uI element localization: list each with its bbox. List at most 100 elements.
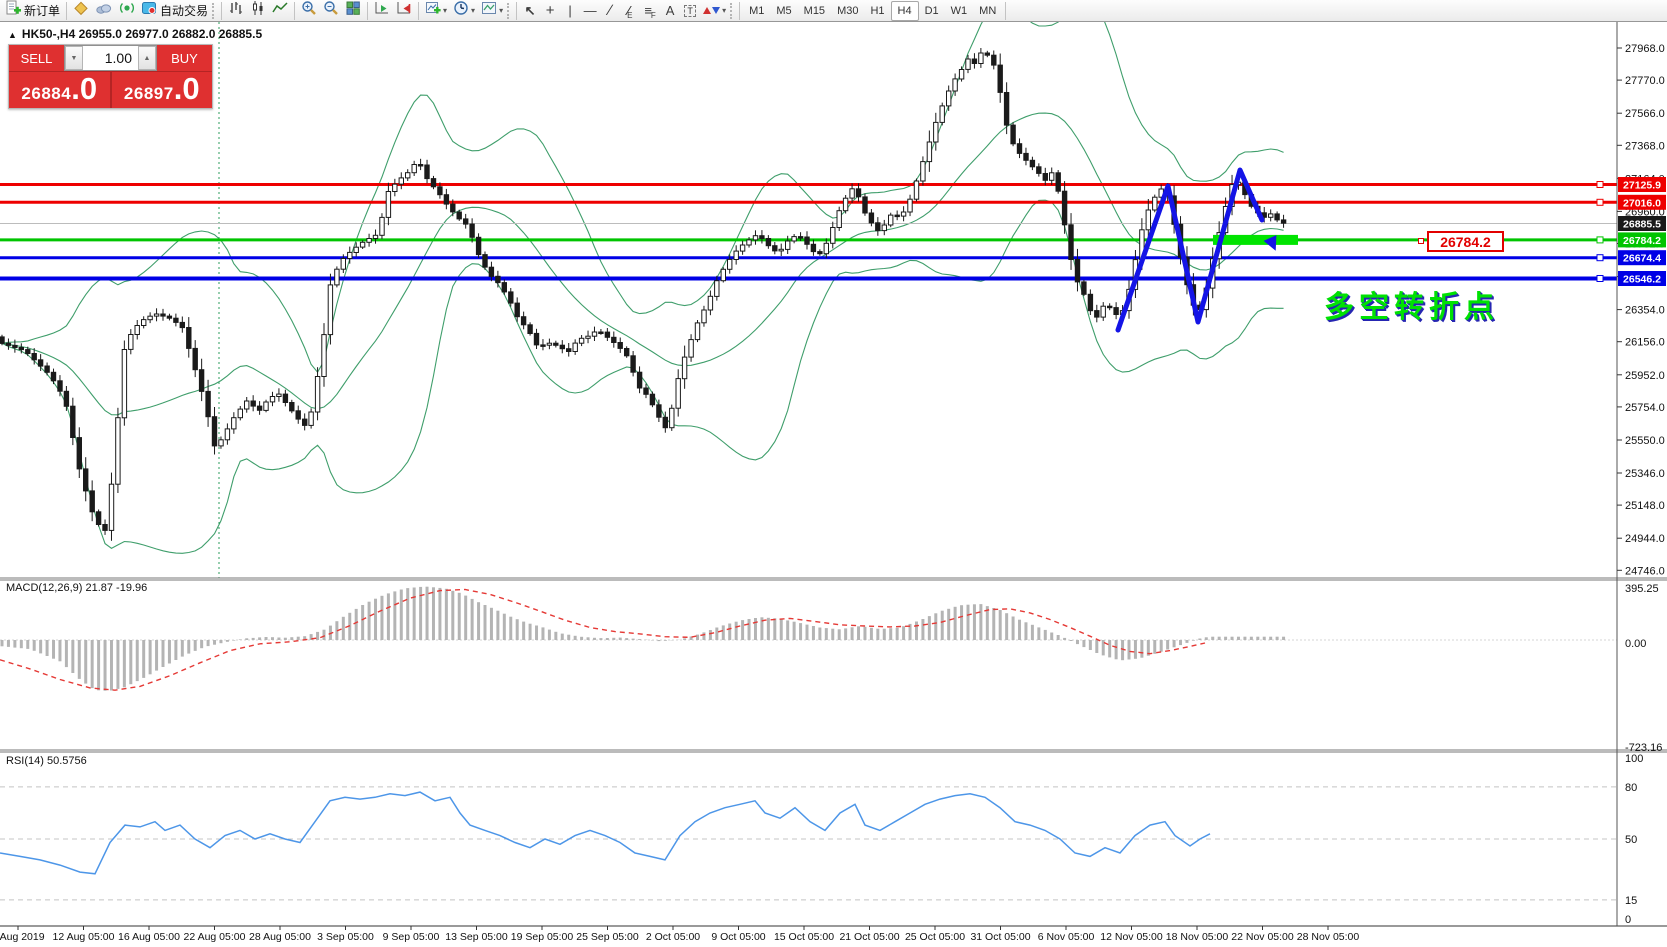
candle-body bbox=[785, 240, 791, 250]
candle-body bbox=[540, 344, 546, 347]
timeframe-m1-button[interactable]: M1 bbox=[743, 1, 770, 21]
text-label-tool-button[interactable]: T bbox=[680, 1, 700, 21]
candle-body bbox=[1023, 152, 1029, 161]
tile-windows-button[interactable] bbox=[342, 1, 364, 21]
candle-body bbox=[920, 161, 926, 182]
arrows-tool-button[interactable]: ▾ bbox=[700, 1, 729, 21]
time-tick-label: 12 Aug 05:00 bbox=[53, 931, 115, 943]
candle-body bbox=[121, 349, 128, 419]
toolbar: 新订单 自动交易 ▾ ▾ ▾ ↖ + | — ∕ ∕∕ E ≡ F A T ▾ … bbox=[0, 0, 1667, 22]
chevron-down-icon: ▾ bbox=[722, 6, 727, 15]
autotrading-button[interactable]: 自动交易 bbox=[138, 1, 211, 21]
bar-chart-icon bbox=[228, 0, 244, 21]
new-order-label: 新订单 bbox=[24, 4, 61, 18]
timeframe-h4-button[interactable]: H4 bbox=[890, 0, 919, 21]
volume-input[interactable]: 1.00 bbox=[83, 46, 138, 70]
candle-body bbox=[971, 58, 978, 64]
collapse-panel-icon[interactable]: ▲ bbox=[8, 30, 17, 40]
candle-body bbox=[211, 416, 218, 447]
new-order-button[interactable]: 新订单 bbox=[2, 0, 63, 21]
volume-increase-button[interactable]: ▲ bbox=[138, 46, 156, 70]
price-axis: 27968.027770.027566.027368.027164.026960… bbox=[1617, 43, 1666, 926]
level-anchor-handle[interactable] bbox=[1596, 275, 1604, 282]
candle-body bbox=[340, 258, 347, 270]
text-tool-button[interactable]: A bbox=[660, 1, 680, 21]
timeframe-m30-button[interactable]: M30 bbox=[831, 1, 864, 21]
line-chart-button[interactable] bbox=[269, 1, 291, 21]
text-icon: A bbox=[665, 2, 675, 18]
candle-body bbox=[1087, 293, 1094, 312]
fibonacci-tool-button[interactable]: ≡ F bbox=[640, 1, 660, 21]
timeframe-m5-button[interactable]: M5 bbox=[770, 1, 797, 21]
candle-body bbox=[153, 313, 160, 317]
support-highlight-bar[interactable] bbox=[1213, 234, 1298, 245]
candle-body bbox=[965, 58, 971, 70]
candle-body bbox=[772, 245, 778, 252]
buy-price[interactable]: 26897.0 bbox=[112, 72, 213, 108]
channel-tool-button[interactable]: ∕∕ E bbox=[620, 1, 640, 21]
timeframe-d1-button[interactable]: D1 bbox=[919, 1, 945, 21]
timeframe-m15-button[interactable]: M15 bbox=[798, 1, 831, 21]
fibonacci-sub-label: F bbox=[650, 10, 656, 20]
candle-body bbox=[366, 238, 372, 243]
timeframe-h1-button[interactable]: H1 bbox=[864, 1, 890, 21]
candle-body bbox=[701, 309, 707, 324]
periods-button[interactable]: ▾ bbox=[450, 1, 478, 21]
cursor-tool-button[interactable]: ↖ bbox=[520, 1, 540, 21]
publish-button[interactable] bbox=[92, 1, 116, 21]
candle-body bbox=[862, 196, 868, 214]
level-anchor-handle[interactable] bbox=[1596, 198, 1604, 206]
auto-scroll-button[interactable] bbox=[371, 1, 393, 21]
vertical-line-tool-button[interactable]: | bbox=[560, 1, 580, 21]
candle-body bbox=[128, 334, 134, 350]
bar-chart-button[interactable] bbox=[225, 1, 247, 21]
trendline-icon: ∕ bbox=[608, 1, 612, 19]
level-anchor-handle[interactable] bbox=[1596, 181, 1604, 188]
candle-body bbox=[482, 254, 488, 268]
template-icon bbox=[481, 0, 497, 21]
timeframe-w1-button[interactable]: W1 bbox=[945, 1, 974, 21]
candle-body bbox=[463, 218, 469, 225]
macd-panel bbox=[0, 586, 1617, 691]
candle-body bbox=[604, 331, 611, 338]
candle-body bbox=[572, 342, 578, 353]
zoom-in-button[interactable] bbox=[298, 1, 320, 21]
time-axis: 6 Aug 2019 12 Aug 05:0016 Aug 05:00 22 Aug… bbox=[0, 926, 1359, 943]
candle-body bbox=[997, 64, 1003, 93]
signals-button[interactable] bbox=[116, 1, 138, 21]
candle-body bbox=[546, 342, 553, 346]
candle-body bbox=[63, 390, 70, 407]
chart-canvas[interactable]: 27968.027770.027566.027368.027164.026960… bbox=[0, 0, 1667, 947]
price-tick-label: 26354.0 bbox=[1625, 305, 1665, 317]
candle-body bbox=[102, 524, 108, 531]
candlestick-chart-button[interactable] bbox=[247, 1, 269, 21]
horizontal-line-tool-button[interactable]: — bbox=[580, 1, 600, 21]
sell-price[interactable]: 26884.0 bbox=[9, 72, 112, 108]
level-anchor-handle[interactable] bbox=[1596, 254, 1604, 262]
level-anchor-handle[interactable] bbox=[1596, 236, 1604, 244]
price-tick-label: 27566.0 bbox=[1625, 108, 1665, 120]
candle-body bbox=[611, 336, 617, 343]
chart-shift-button[interactable] bbox=[393, 1, 415, 21]
time-tick-label: 25 Oct 05:00 bbox=[905, 931, 965, 943]
candle-body bbox=[1029, 159, 1036, 168]
candle-body bbox=[430, 178, 437, 188]
price-tick-label: 27368.0 bbox=[1625, 140, 1665, 152]
candle-body bbox=[727, 258, 733, 270]
market-depth-button[interactable] bbox=[70, 1, 92, 21]
price-note-label[interactable]: 26784.2 bbox=[1427, 231, 1504, 252]
crosshair-tool-button[interactable]: + bbox=[540, 1, 560, 21]
zoom-out-button[interactable] bbox=[320, 1, 342, 21]
add-indicator-button[interactable]: ▾ bbox=[422, 1, 450, 21]
templates-button[interactable]: ▾ bbox=[478, 1, 506, 21]
vertical-line-icon: | bbox=[568, 2, 572, 18]
buy-button[interactable]: BUY bbox=[157, 45, 212, 71]
volume-decrease-button[interactable]: ▼ bbox=[65, 46, 83, 70]
turning-point-annotation[interactable]: 多空转折点 bbox=[1324, 282, 1499, 326]
trendline-tool-button[interactable]: ∕ bbox=[600, 1, 620, 21]
sell-price-main: 26884 bbox=[21, 84, 72, 103]
price-note-anchor[interactable] bbox=[1418, 238, 1424, 244]
sell-button[interactable]: SELL bbox=[9, 45, 64, 71]
tile-windows-icon bbox=[345, 0, 361, 21]
timeframe-mn-button[interactable]: MN bbox=[973, 1, 1002, 21]
